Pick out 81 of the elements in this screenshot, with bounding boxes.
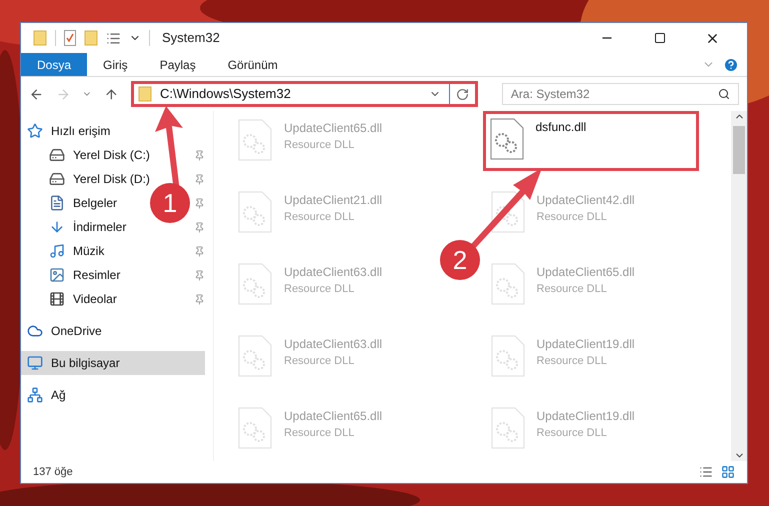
search-input[interactable]: Ara: System32 [510,85,718,103]
pin-icon[interactable] [194,150,205,160]
address-bar[interactable]: C:\Windows\System32 [131,81,478,107]
monitor-icon [27,355,43,371]
gear-file-icon [238,263,272,305]
details-view-icon[interactable] [699,465,713,479]
gear-file-icon [490,263,524,305]
ribbon-tab[interactable]: Giriş [87,53,144,76]
help-icon[interactable] [723,56,739,72]
cloud-icon [27,323,43,339]
pin-icon[interactable] [194,294,205,304]
pin-icon[interactable] [194,198,205,208]
gear-file-icon [238,119,272,161]
image-icon [49,267,65,283]
file-type: Resource DLL [536,282,608,297]
back-icon[interactable] [29,86,44,102]
scrollbar[interactable] [731,111,747,461]
sidebar-item[interactable]: Müzik [21,239,112,263]
gear-file-icon [238,191,272,233]
ribbon-tab[interactable]: Dosya [21,53,88,76]
drive-icon [49,171,65,187]
search-field[interactable]: Ara: System32 [502,83,739,105]
item-count: 137 öğe [33,464,73,480]
document-icon [49,195,65,211]
music-note-icon [49,243,65,259]
file-name: UpdateClient65.dll [284,408,382,425]
file-type: Resource DLL [536,354,608,369]
file-type: Resource DLL [536,426,608,441]
window-title: System32 [162,29,220,48]
sidebar-item[interactable]: Ağ [21,383,205,407]
gear-file-icon [238,407,272,449]
file-name: dsfunc.dll [536,119,586,136]
sidebar-item[interactable]: İndirmeler [21,215,134,239]
pin-icon[interactable] [194,222,205,232]
file-name: UpdateClient65.dll [536,264,635,281]
view-icon[interactable] [106,30,121,46]
scrollbar-thumb[interactable] [733,126,745,174]
file-type: Resource DLL [536,210,608,225]
file-type: Resource DLL [284,426,356,441]
star-icon [27,123,43,139]
folder-icon [138,86,152,102]
refresh-icon[interactable] [456,88,469,100]
sidebar-item[interactable]: Videolar [21,287,125,311]
file-type: Resource DLL [284,210,356,225]
file-name: UpdateClient19.dll [536,408,635,425]
pin-icon[interactable] [194,246,205,256]
gear-file-icon [490,335,524,377]
sidebar-item[interactable]: OneDrive [21,319,205,343]
file-name: UpdateClient42.dll [536,192,635,209]
ribbon-tab[interactable]: Görünüm [212,53,294,76]
network-icon [27,387,43,403]
film-icon [49,291,65,307]
file-type: Resource DLL [284,138,356,153]
ribbon-tab[interactable]: Paylaş [144,53,212,76]
sidebar-item[interactable]: Hızlı erişim [21,119,205,143]
drive-icon [49,147,65,163]
file-type: Resource DLL [284,354,356,369]
maximize-icon [654,32,666,44]
tiles-view-icon[interactable] [721,465,735,479]
gear-file-icon [490,407,524,449]
sidebar-item[interactable]: Bu bilgisayar [21,351,205,375]
file-name: UpdateClient19.dll [536,336,635,353]
sidebar-item[interactable]: Belgeler [21,191,126,215]
file-item[interactable]: dsfunc.dll [482,111,699,171]
pin-icon[interactable] [194,174,205,184]
file-name: UpdateClient21.dll [284,192,382,209]
pin-icon[interactable] [194,270,205,280]
file-type: Resource DLL [284,282,356,297]
address-path: C:\Windows\System32 [160,85,292,104]
gear-file-icon [490,118,524,160]
sidebar-item[interactable]: Resimler [21,263,128,287]
new-folder-icon [84,30,98,46]
gear-file-icon [238,335,272,377]
download-icon [49,219,65,235]
sidebar-item[interactable]: Yerel Disk (C:) [21,143,158,167]
folder-icon [33,30,47,46]
search-icon[interactable] [718,88,730,100]
file-name: UpdateClient63.dll [284,264,382,281]
properties-icon[interactable] [64,30,76,46]
file-name: UpdateClient65.dll [284,120,382,137]
file-name: UpdateClient63.dll [284,336,382,353]
